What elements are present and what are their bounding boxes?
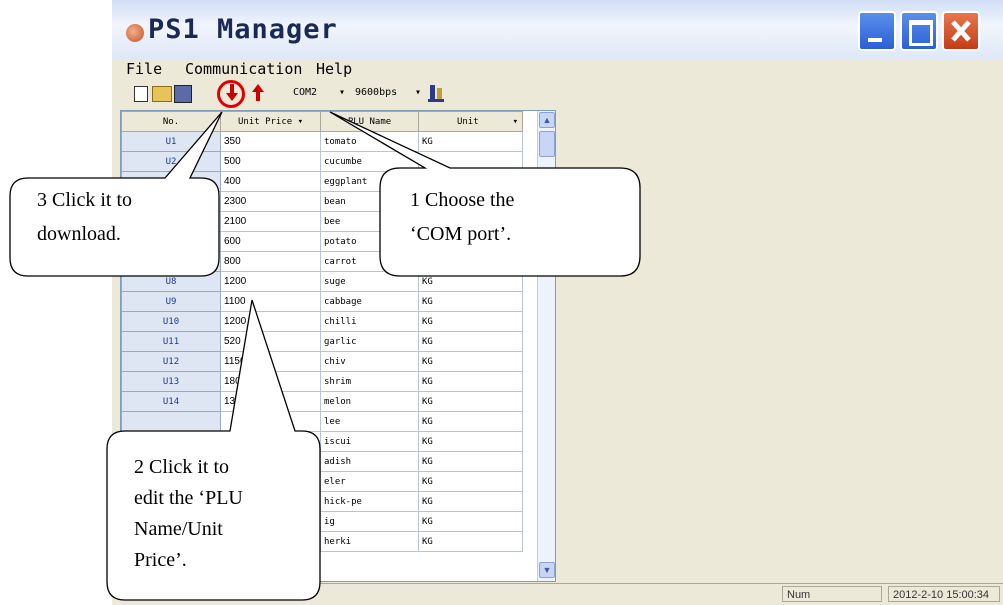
callout-edit-line3: Name/Unit: [134, 518, 223, 540]
callout-edit-line2: edit the ‘PLU: [134, 487, 243, 509]
callout-edit-line4: Price’.: [134, 549, 187, 571]
callout-edit-line1: 2 Click it to: [134, 456, 229, 478]
callout-com-line1: 1 Choose the: [410, 189, 515, 211]
callout-download-line2: download.: [37, 223, 121, 245]
callout-download-line1: 3 Click it to: [37, 189, 132, 211]
callout-shapes: [9, 111, 641, 601]
callout-com-line2: ‘COM port’.: [410, 223, 512, 245]
